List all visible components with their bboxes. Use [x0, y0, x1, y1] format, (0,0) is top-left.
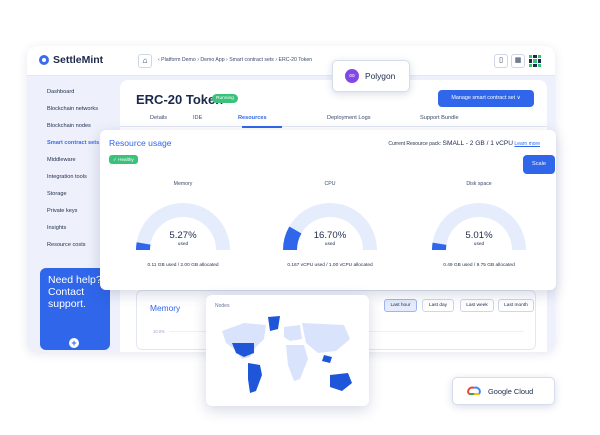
cpu-gauge	[283, 203, 377, 251]
status-badge: Running	[212, 94, 238, 103]
avatar[interactable]	[528, 54, 542, 68]
tab-ide[interactable]: IDE	[193, 115, 202, 121]
range-last-day-button[interactable]: Last day	[422, 299, 454, 312]
map-greenland	[268, 316, 280, 331]
avatar-pattern-icon	[529, 55, 541, 67]
nodes-title: Nodes	[215, 303, 230, 309]
disk-gauge	[431, 203, 526, 251]
memory-gauge	[136, 203, 230, 251]
logo-text: SettleMint	[53, 54, 104, 66]
memory-chart-title: Memory	[150, 303, 181, 313]
map-south-america	[248, 363, 262, 393]
learn-more-link[interactable]: Learn more	[514, 141, 540, 147]
sidebar-item-dashboard[interactable]: Dashboard	[37, 84, 123, 101]
memory-gauge-value: 5.27%	[169, 230, 197, 241]
cpu-gauge-unit: used	[324, 242, 336, 247]
google-cloud-icon	[467, 386, 481, 395]
active-tab-indicator	[242, 126, 282, 128]
cpu-gauge-value: 16.70%	[313, 230, 347, 241]
tab-details[interactable]: Details	[150, 115, 167, 121]
range-last-month-button[interactable]: Last month	[498, 299, 534, 312]
resource-usage-card: Resource usage ✓ Healthy Current Resourc…	[100, 130, 556, 290]
scale-button[interactable]: Scale	[523, 155, 555, 174]
memory-gauge-unit: used	[177, 242, 189, 247]
resource-pack-value: SMALL - 2 GB / 1 vCPU	[442, 140, 514, 147]
top-bar: SettleMint ⌂ ‹ Platform Demo › Demo App …	[27, 46, 555, 76]
tab-support-bundle[interactable]: Support Bundle	[420, 115, 459, 121]
plus-icon[interactable]: +	[69, 338, 79, 348]
map-australia	[330, 373, 352, 391]
resource-pack-info: Current Resource pack: SMALL - 2 GB / 1 …	[388, 140, 540, 147]
google-cloud-card: Google Cloud	[452, 377, 555, 405]
google-cloud-label: Google Cloud	[488, 386, 534, 396]
map-asia	[302, 323, 350, 353]
settlemint-logo-icon	[39, 55, 49, 65]
disk-gauge-label: Disk space	[466, 181, 492, 187]
memory-chart-tick: 10.0%	[153, 329, 165, 334]
resource-usage-title: Resource usage	[109, 138, 172, 148]
document-icon[interactable]: ▯	[494, 54, 508, 68]
page-title: ERC-20 Token	[136, 92, 224, 107]
map-europe	[284, 325, 302, 341]
cpu-gauge-detail: 0.167 vCPU used / 1.00 vCPU allocated	[287, 263, 373, 268]
cpu-gauge-label: CPU	[324, 181, 336, 187]
sidebar-item-blockchain-networks[interactable]: Blockchain networks	[37, 101, 123, 118]
world-map-icon	[222, 316, 352, 393]
memory-gauge-detail: 0.11 GB used / 2.00 GB allocated	[147, 263, 219, 268]
manage-smart-contract-set-button[interactable]: Manage smart contract set ∨	[438, 90, 534, 107]
disk-gauge-detail: 0.49 GB used / 9.75 GB allocated	[443, 263, 515, 268]
disk-gauge-unit: used	[473, 242, 485, 247]
tab-bar: Details IDE Resources Deployment Logs Su…	[120, 113, 547, 128]
map-africa	[286, 345, 308, 381]
resource-pack-label: Current Resource pack:	[388, 141, 442, 147]
polygon-icon: ∞	[345, 69, 359, 83]
healthy-label: Healthy	[118, 157, 134, 162]
marketing-composite: SettleMint ⌂ ‹ Platform Demo › Demo App …	[0, 0, 600, 435]
polygon-label: Polygon	[365, 71, 396, 81]
polygon-card: ∞ Polygon	[332, 60, 410, 92]
range-last-hour-button[interactable]: Last hour	[384, 299, 417, 312]
disk-gauge-value: 5.01%	[465, 230, 493, 241]
range-last-week-button[interactable]: Last week	[460, 299, 494, 312]
nodes-map-card: Nodes	[206, 295, 369, 406]
tab-resources[interactable]: Resources	[238, 115, 267, 121]
home-icon[interactable]: ⌂	[138, 54, 152, 68]
memory-gauge-label: Memory	[173, 181, 193, 187]
grid-icon[interactable]: ▦	[511, 54, 525, 68]
tab-deployment-logs[interactable]: Deployment Logs	[327, 115, 371, 121]
map-southeast-asia	[322, 355, 332, 363]
breadcrumb[interactable]: ‹ Platform Demo › Demo App › Smart contr…	[158, 57, 312, 63]
settlemint-logo[interactable]: SettleMint	[39, 54, 103, 66]
healthy-badge: ✓ Healthy	[109, 155, 138, 164]
